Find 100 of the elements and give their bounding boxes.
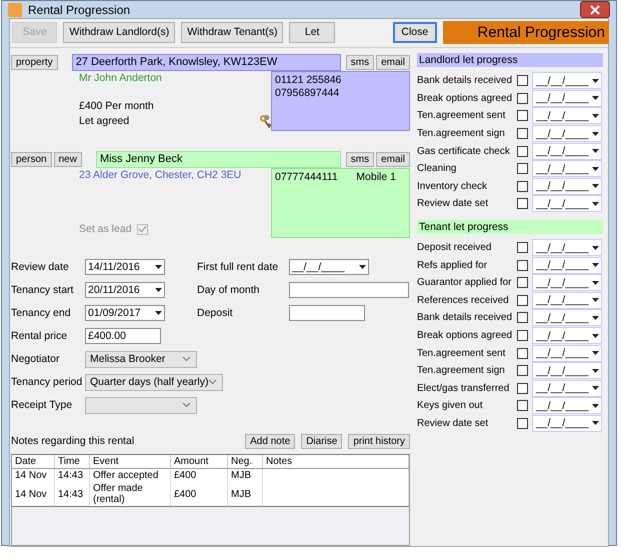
progress-checkbox[interactable]: [517, 198, 528, 210]
date-field[interactable]: __/__/____: [532, 344, 602, 362]
person-button[interactable]: new: [54, 152, 82, 167]
progress-label: Bank details received: [417, 312, 514, 324]
progress-checkbox[interactable]: [517, 348, 528, 359]
date-field[interactable]: __/__/____: [532, 160, 602, 178]
progress-label: Refs applied for: [417, 260, 488, 271]
progress-label: Guarantor applied for: [417, 277, 513, 288]
toolbar-button[interactable]: Withdraw Landlord(s): [63, 22, 176, 42]
date-field[interactable]: __/__/____: [532, 414, 602, 432]
date-field[interactable]: __/__/____: [532, 195, 602, 212]
field-label: Receipt Type: [11, 399, 74, 411]
sms-button[interactable]: sms: [346, 152, 374, 167]
notes-button[interactable]: Add note: [245, 434, 296, 448]
progress-checkbox[interactable]: [517, 260, 528, 271]
progress-label: Review date set: [417, 198, 490, 210]
phone-number: 07777444111: [275, 171, 338, 183]
toolbar-button[interactable]: Close: [392, 22, 437, 42]
dropdown-icon: [592, 149, 599, 154]
date-field[interactable]: __/__/____: [532, 125, 602, 142]
checkbox-label: Set as lead: [79, 223, 132, 235]
window-title: Rental Progression: [28, 2, 130, 16]
text-field[interactable]: £400.00: [85, 328, 161, 344]
progress-label: Break options agreed: [417, 330, 514, 342]
table-cell: MJB: [231, 470, 251, 481]
person-name: Miss Jenny Beck: [96, 151, 341, 168]
progress-checkbox[interactable]: [517, 110, 528, 122]
dropdown-icon: [155, 288, 162, 292]
select-field[interactable]: Melissa Brooker: [85, 350, 197, 368]
text-field[interactable]: [289, 282, 409, 298]
progress-checkbox[interactable]: [517, 180, 528, 192]
dropdown-icon: [592, 351, 599, 356]
field-label: Day of month: [197, 284, 260, 296]
notes-button[interactable]: print history: [348, 434, 410, 448]
dropdown-icon: [592, 334, 599, 338]
date-field[interactable]: __/__/____: [532, 309, 602, 326]
toolbar-button[interactable]: Withdraw Tenant(s): [181, 22, 284, 42]
date-field[interactable]: __/__/____: [532, 107, 602, 124]
property-button[interactable]: property: [11, 55, 58, 70]
date-field[interactable]: 14/11/2016: [85, 259, 165, 275]
dropdown-icon: [592, 280, 599, 285]
date-field[interactable]: __/__/____: [532, 142, 602, 160]
date-field[interactable]: __/__/____: [532, 292, 602, 309]
progress-checkbox[interactable]: [517, 382, 528, 394]
column-header: Notes: [262, 455, 408, 468]
dropdown-icon: [592, 263, 599, 268]
progress-checkbox[interactable]: [517, 92, 528, 104]
progress-checkbox[interactable]: [517, 294, 528, 306]
progress-label: Ten.agreement sent: [417, 110, 506, 122]
progress-checkbox[interactable]: [517, 365, 528, 376]
email-button[interactable]: email: [376, 152, 410, 167]
close-icon[interactable]: [580, 1, 610, 18]
dropdown-icon: [592, 114, 599, 118]
person-button[interactable]: person: [11, 152, 52, 167]
select-field[interactable]: Quarter days (half yearly): [85, 374, 224, 390]
date-field[interactable]: __/__/____: [532, 256, 602, 274]
sms-button[interactable]: sms: [346, 55, 374, 70]
progress-checkbox[interactable]: [517, 163, 528, 174]
date-field[interactable]: 01/09/2017: [85, 305, 165, 321]
date-field[interactable]: __/__/____: [532, 90, 602, 107]
dropdown-icon: [592, 404, 599, 408]
phone-number: 07956897444: [275, 87, 340, 99]
date-field[interactable]: __/__/____: [532, 178, 602, 195]
field-label: First full rent date: [197, 261, 280, 273]
toolbar-button[interactable]: Let: [289, 22, 335, 42]
date-field[interactable]: __/__/____: [532, 239, 602, 256]
progress-label: Elect/gas transferred: [417, 382, 510, 394]
date-field[interactable]: __/__/____: [532, 362, 602, 380]
progress-checkbox[interactable]: [517, 418, 528, 429]
progress-label: Review date set: [417, 418, 490, 429]
notes-button[interactable]: Diarise: [301, 434, 342, 448]
progress-label: Ten.agreement sent: [417, 348, 506, 359]
date-field[interactable]: __/__/____: [532, 72, 602, 90]
dropdown-icon: [592, 421, 599, 426]
date-field[interactable]: __/__/____: [289, 259, 369, 275]
phone-label: Mobile 1: [356, 171, 396, 183]
select-field[interactable]: [85, 396, 197, 414]
field-label: Rental price: [11, 330, 68, 342]
progress-checkbox[interactable]: [517, 128, 528, 140]
date-field[interactable]: __/__/____: [532, 397, 602, 414]
progress-checkbox[interactable]: [517, 75, 528, 86]
email-button[interactable]: email: [376, 55, 410, 70]
date-field[interactable]: __/__/____: [532, 327, 602, 344]
progress-checkbox[interactable]: [517, 242, 528, 254]
progress-label: Cleaning: [417, 163, 458, 174]
dropdown-icon: [592, 368, 599, 373]
date-field[interactable]: __/__/____: [532, 274, 602, 292]
keys-icon: [259, 114, 271, 128]
date-field[interactable]: __/__/____: [532, 380, 602, 397]
chevron-down-icon: [182, 356, 191, 362]
text-field[interactable]: [289, 305, 365, 321]
person-address: 23 Alder Grove, Chester, CH2 3EU: [79, 169, 242, 181]
phone-number: 01121 255846: [275, 74, 342, 86]
progress-checkbox[interactable]: [517, 146, 528, 157]
date-field[interactable]: 20/11/2016: [85, 282, 165, 298]
progress-checkbox[interactable]: [517, 330, 528, 342]
progress-checkbox[interactable]: [517, 277, 528, 288]
progress-checkbox[interactable]: [517, 400, 528, 412]
progress-checkbox[interactable]: [517, 312, 528, 324]
dropdown-icon: [359, 265, 366, 269]
